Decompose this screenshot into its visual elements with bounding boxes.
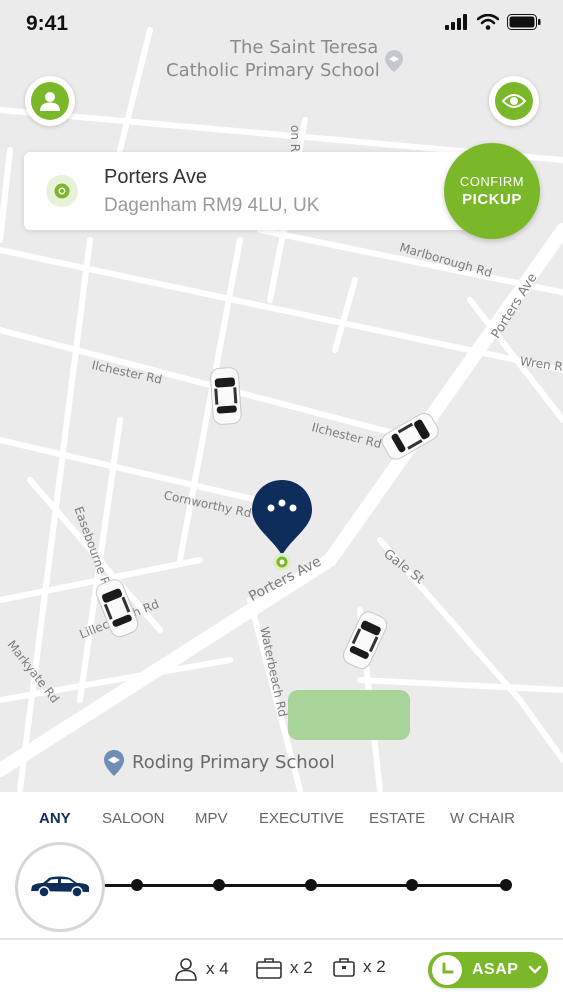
divider: [0, 938, 563, 940]
person-icon: [175, 958, 197, 981]
street-map: [0, 27, 563, 792]
eye-icon: [495, 82, 533, 120]
car-icon: [206, 365, 246, 432]
status-time: 9:41: [26, 12, 69, 35]
time-select-button[interactable]: ASAP: [428, 952, 548, 988]
tab-w-chair[interactable]: W CHAIR: [450, 810, 515, 827]
battery-icon: [507, 14, 541, 30]
time-select-label: ASAP: [472, 961, 519, 978]
slider-stop[interactable]: [131, 879, 143, 891]
status-bar: 9:41: [0, 0, 563, 48]
tab-executive[interactable]: EXECUTIVE: [259, 810, 344, 827]
school-marker-icon: [104, 750, 124, 781]
chat-pin-icon[interactable]: [252, 480, 312, 585]
slider-stop[interactable]: [213, 879, 225, 891]
visibility-button[interactable]: [489, 76, 539, 126]
pickup-address-card[interactable]: Porters Ave Dagenham RM9 4LU, UK: [24, 152, 494, 230]
confirm-label: CONFIRM: [459, 174, 525, 189]
map-view[interactable]: The Saint Teresa Catholic Primary School…: [0, 0, 563, 792]
confirm-pickup-button[interactable]: CONFIRM PICKUP: [444, 143, 540, 239]
small-bag-capacity: x 2: [333, 957, 386, 977]
small-bag-count: x 2: [363, 957, 386, 976]
pickup-address-subtitle: Dagenham RM9 4LU, UK: [104, 195, 320, 216]
poi-school-bottom: Roding Primary School: [132, 752, 335, 773]
tab-estate[interactable]: ESTATE: [369, 810, 425, 827]
profile-button[interactable]: [25, 76, 75, 126]
wifi-icon: [477, 14, 499, 30]
status-icons: [445, 14, 541, 30]
profile-icon: [31, 82, 69, 120]
tab-any[interactable]: ANY: [39, 810, 71, 827]
slider-stop[interactable]: [500, 879, 512, 891]
briefcase-icon: [333, 958, 355, 977]
chevron-down-icon: [529, 965, 542, 974]
car-icon: [31, 876, 89, 898]
tab-saloon[interactable]: SALOON: [102, 810, 165, 827]
pickup-address-title: Porters Ave: [104, 166, 208, 188]
pickup-label: PICKUP: [462, 191, 522, 208]
suitcase-icon: [256, 958, 282, 979]
school-marker-icon: [385, 50, 403, 77]
slider-stop[interactable]: [305, 879, 317, 891]
tab-mpv[interactable]: MPV: [195, 810, 228, 827]
large-bag-count: x 2: [290, 958, 313, 977]
signal-icon: [445, 14, 467, 30]
location-dot-icon: [46, 175, 78, 207]
poi-school-top-line2: Catholic Primary School: [166, 60, 380, 81]
vehicle-type-tabs: ANY SALOON MPV EXECUTIVE ESTATE W CHAIR: [0, 810, 563, 830]
park-area: [288, 690, 410, 740]
passenger-capacity: x 4: [174, 957, 229, 981]
large-bag-capacity: x 2: [256, 957, 313, 979]
clock-icon: [432, 955, 462, 985]
vehicle-selection-panel: ANY SALOON MPV EXECUTIVE ESTATE W CHAIR …: [0, 792, 563, 1000]
passenger-count: x 4: [206, 959, 229, 978]
slider-stop[interactable]: [406, 879, 418, 891]
vehicle-slider-handle[interactable]: [15, 842, 105, 932]
